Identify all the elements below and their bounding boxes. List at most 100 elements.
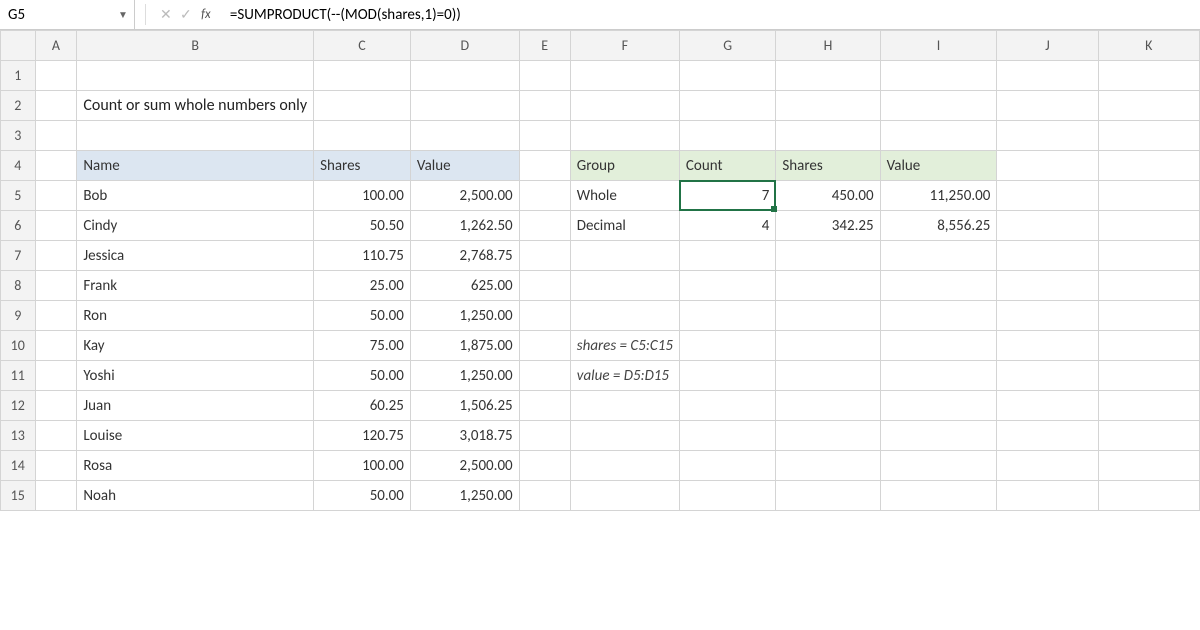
cell-H8[interactable] [776, 271, 880, 301]
cell-G10[interactable] [679, 331, 775, 361]
cell-J7[interactable] [997, 241, 1098, 271]
cell-J8[interactable] [997, 271, 1098, 301]
row-header-7[interactable]: 7 [1, 241, 36, 271]
cell-A6[interactable] [35, 211, 77, 241]
cell-F5[interactable]: Whole [570, 181, 679, 211]
cancel-icon[interactable]: ✕ [156, 6, 176, 23]
cell-E10[interactable] [519, 331, 570, 361]
cell-H15[interactable] [776, 481, 880, 511]
row-header-12[interactable]: 12 [1, 391, 36, 421]
spreadsheet-grid[interactable]: A B C D E F G H I J K 12Count or sum who… [0, 30, 1200, 511]
row-header-2[interactable]: 2 [1, 91, 36, 121]
cell-H13[interactable] [776, 421, 880, 451]
cell-I12[interactable] [880, 391, 997, 421]
cell-J11[interactable] [997, 361, 1098, 391]
cell-C9[interactable]: 50.00 [314, 301, 411, 331]
cell-K6[interactable] [1098, 211, 1199, 241]
cell-F6[interactable]: Decimal [570, 211, 679, 241]
cell-I14[interactable] [880, 451, 997, 481]
row-header-4[interactable]: 4 [1, 151, 36, 181]
cell-C7[interactable]: 110.75 [314, 241, 411, 271]
cell-D14[interactable]: 2,500.00 [410, 451, 519, 481]
cell-B14[interactable]: Rosa [77, 451, 314, 481]
cell-E11[interactable] [519, 361, 570, 391]
cell-B3[interactable] [77, 121, 314, 151]
cell-A12[interactable] [35, 391, 77, 421]
cell-E9[interactable] [519, 301, 570, 331]
cell-I10[interactable] [880, 331, 997, 361]
cell-J3[interactable] [997, 121, 1098, 151]
cell-F8[interactable] [570, 271, 679, 301]
cell-I6[interactable]: 8,556.25 [880, 211, 997, 241]
cell-F9[interactable] [570, 301, 679, 331]
cell-G11[interactable] [679, 361, 775, 391]
cell-J6[interactable] [997, 211, 1098, 241]
cell-I13[interactable] [880, 421, 997, 451]
cell-B4[interactable]: Name [77, 151, 314, 181]
cell-F7[interactable] [570, 241, 679, 271]
col-header-D[interactable]: D [410, 31, 519, 61]
cell-G6[interactable]: 4 [679, 211, 775, 241]
cell-K14[interactable] [1098, 451, 1199, 481]
cell-G4[interactable]: Count [679, 151, 775, 181]
cell-K1[interactable] [1098, 61, 1199, 91]
cell-F12[interactable] [570, 391, 679, 421]
cell-D7[interactable]: 2,768.75 [410, 241, 519, 271]
cell-J1[interactable] [997, 61, 1098, 91]
cell-C5[interactable]: 100.00 [314, 181, 411, 211]
cell-D13[interactable]: 3,018.75 [410, 421, 519, 451]
cell-I1[interactable] [880, 61, 997, 91]
row-header-10[interactable]: 10 [1, 331, 36, 361]
cell-G5[interactable]: 7 [679, 181, 775, 211]
cell-H11[interactable] [776, 361, 880, 391]
cell-E6[interactable] [519, 211, 570, 241]
cell-F2[interactable] [570, 91, 679, 121]
cell-K5[interactable] [1098, 181, 1199, 211]
cell-J15[interactable] [997, 481, 1098, 511]
cell-K2[interactable] [1098, 91, 1199, 121]
cell-H3[interactable] [776, 121, 880, 151]
cell-I8[interactable] [880, 271, 997, 301]
cell-D1[interactable] [410, 61, 519, 91]
cell-H9[interactable] [776, 301, 880, 331]
cell-D3[interactable] [410, 121, 519, 151]
cell-E4[interactable] [519, 151, 570, 181]
cell-G3[interactable] [679, 121, 775, 151]
row-header-5[interactable]: 5 [1, 181, 36, 211]
cell-C1[interactable] [314, 61, 411, 91]
cell-G15[interactable] [679, 481, 775, 511]
cell-D5[interactable]: 2,500.00 [410, 181, 519, 211]
col-header-E[interactable]: E [519, 31, 570, 61]
cell-K13[interactable] [1098, 421, 1199, 451]
cell-B8[interactable]: Frank [77, 271, 314, 301]
cell-G13[interactable] [679, 421, 775, 451]
cell-D15[interactable]: 1,250.00 [410, 481, 519, 511]
cell-A3[interactable] [35, 121, 77, 151]
cell-D11[interactable]: 1,250.00 [410, 361, 519, 391]
cell-B12[interactable]: Juan [77, 391, 314, 421]
cell-B5[interactable]: Bob [77, 181, 314, 211]
accept-icon[interactable]: ✓ [176, 6, 196, 23]
cell-H12[interactable] [776, 391, 880, 421]
cell-A5[interactable] [35, 181, 77, 211]
col-header-F[interactable]: F [570, 31, 679, 61]
cell-C8[interactable]: 25.00 [314, 271, 411, 301]
col-header-G[interactable]: G [679, 31, 775, 61]
cell-F15[interactable] [570, 481, 679, 511]
cell-H1[interactable] [776, 61, 880, 91]
row-header-14[interactable]: 14 [1, 451, 36, 481]
cell-A4[interactable] [35, 151, 77, 181]
cell-E5[interactable] [519, 181, 570, 211]
cell-C6[interactable]: 50.50 [314, 211, 411, 241]
cell-B1[interactable] [77, 61, 314, 91]
cell-E14[interactable] [519, 451, 570, 481]
cell-A11[interactable] [35, 361, 77, 391]
cell-C12[interactable]: 60.25 [314, 391, 411, 421]
row-header-1[interactable]: 1 [1, 61, 36, 91]
cell-A13[interactable] [35, 421, 77, 451]
cell-I3[interactable] [880, 121, 997, 151]
cell-J14[interactable] [997, 451, 1098, 481]
cell-E2[interactable] [519, 91, 570, 121]
cell-E12[interactable] [519, 391, 570, 421]
cell-G12[interactable] [679, 391, 775, 421]
